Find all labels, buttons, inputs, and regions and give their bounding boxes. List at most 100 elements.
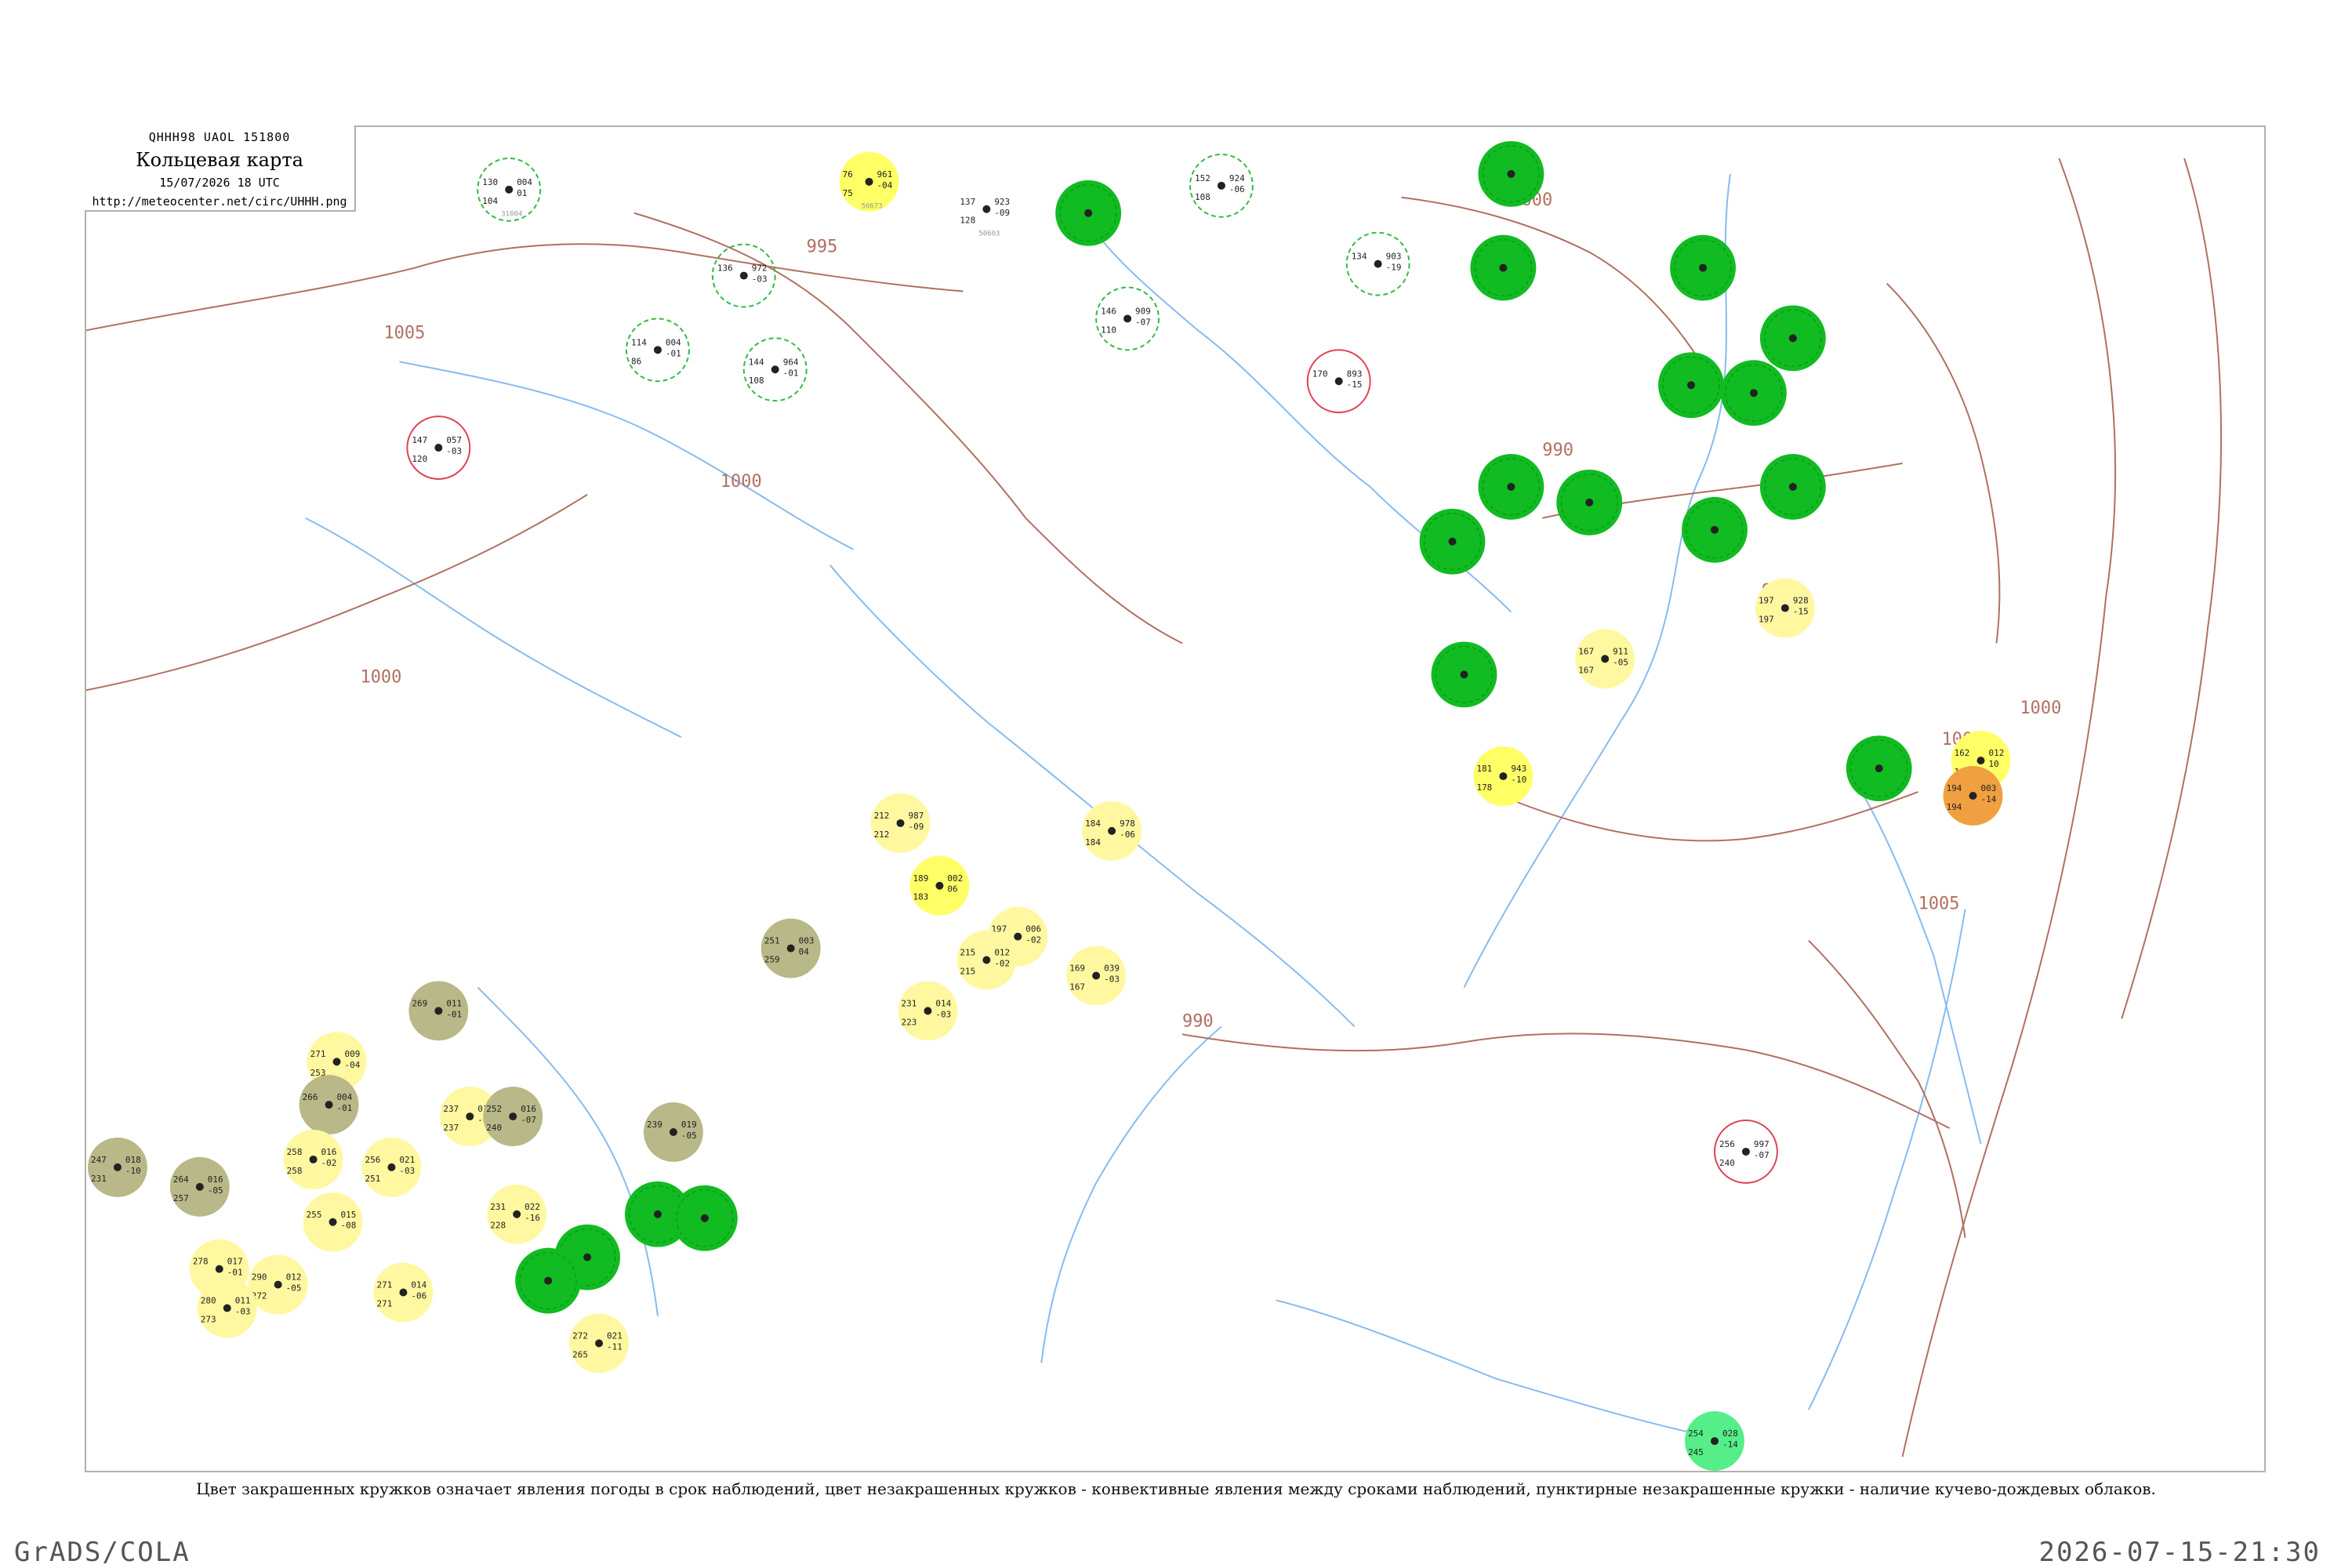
isobar-label: 990: [1542, 441, 1573, 460]
station-marker[interactable]: 269 011-01: [408, 981, 469, 1041]
station-marker[interactable]: 137 128 923-09 50603: [960, 197, 1010, 238]
station-marker[interactable]: 114 86 004-01: [626, 318, 690, 383]
station-marker[interactable]: 147 120 057-03: [406, 416, 471, 480]
station-tendency: -01: [337, 1103, 353, 1113]
station-pressure: 972: [752, 263, 768, 274]
station-dewpoint: 128: [960, 216, 975, 226]
station-marker[interactable]: 231 223 014-03: [898, 981, 958, 1041]
station-temperature: 266: [303, 1092, 318, 1102]
station-marker[interactable]: 169 167 039-03: [1066, 946, 1127, 1006]
stations-layer[interactable]: 7675961-0450673 1301040040131004 152108924…: [87, 140, 2011, 1471]
station-marker[interactable]: 264 257 016-05: [169, 1156, 230, 1217]
station-marker[interactable]: 197 197 928-15: [1755, 578, 1815, 638]
station-temperature: 137: [960, 197, 975, 207]
station-temperature: 134: [1352, 252, 1367, 262]
station-tendency: -11: [607, 1341, 622, 1352]
station-marker[interactable]: [1759, 454, 1826, 520]
station-pressure: 012: [1989, 748, 2005, 758]
station-marker[interactable]: 152 108 924-06: [1189, 153, 1254, 218]
station-marker[interactable]: 280 273 011-03: [197, 1278, 257, 1338]
isobar-label: 1000: [360, 667, 401, 687]
station-marker[interactable]: [1759, 305, 1826, 372]
coast: [1846, 768, 1982, 1145]
station-tendency: -03: [235, 1306, 251, 1316]
station-marker[interactable]: 252 240 016-07: [483, 1087, 543, 1146]
station-dot-icon: [982, 956, 991, 964]
station-tendency: 10: [1989, 759, 1999, 769]
station-marker[interactable]: [1431, 641, 1497, 708]
station-dewpoint: 240: [1719, 1158, 1735, 1168]
station-marker[interactable]: 215 215 012-02: [956, 930, 1017, 990]
station-marker[interactable]: 251 259 00304: [760, 918, 821, 978]
station-marker[interactable]: 134 903-19: [1345, 231, 1410, 296]
station-pressure: 002: [947, 873, 963, 884]
station-marker[interactable]: [1556, 469, 1623, 535]
station-temperature: 264: [173, 1174, 189, 1185]
station-marker[interactable]: 290272012-05: [248, 1254, 308, 1315]
station-marker[interactable]: 247 231 018-10: [87, 1137, 147, 1197]
station-marker[interactable]: 266 004-01: [299, 1075, 359, 1135]
station-pressure: 009: [345, 1049, 361, 1059]
station-dot-icon: [1699, 263, 1708, 272]
station-marker[interactable]: 144 108 964-01: [742, 337, 808, 402]
station-pressure: 004: [666, 337, 681, 347]
station-pressure: 019: [681, 1120, 697, 1130]
station-pressure: 987: [908, 811, 924, 821]
station-dewpoint: 257: [173, 1193, 189, 1203]
station-dewpoint: 251: [365, 1174, 380, 1184]
station-marker[interactable]: [1720, 360, 1787, 426]
station-marker[interactable]: [1478, 140, 1544, 207]
station-dot-icon: [1741, 1147, 1750, 1156]
station-marker[interactable]: [1846, 735, 1912, 801]
station-marker[interactable]: 76 75 961-04 50673: [839, 151, 899, 212]
station-marker[interactable]: 272 265 021-11: [569, 1313, 630, 1374]
station-pressure: 028: [1722, 1428, 1738, 1439]
station-temperature: 152: [1195, 173, 1210, 183]
station-marker[interactable]: 258 258 016-02: [283, 1130, 343, 1189]
station-marker[interactable]: 256 251 021-03: [361, 1137, 422, 1197]
station-temperature: 197: [1759, 596, 1774, 606]
station-dot-icon: [1875, 764, 1883, 773]
station-marker[interactable]: 256 240 997-07: [1714, 1120, 1778, 1184]
station-pressure: 016: [208, 1174, 223, 1185]
station-marker[interactable]: 146 110 909-07: [1095, 286, 1160, 351]
station-tendency: -10: [1511, 775, 1526, 785]
station-dewpoint: 86: [631, 356, 641, 366]
station-marker[interactable]: [1658, 352, 1724, 419]
station-dot-icon: [896, 818, 905, 827]
station-marker[interactable]: 271 271 014-06: [373, 1262, 434, 1323]
isobar-label: 995: [807, 238, 838, 257]
station-marker[interactable]: [1670, 234, 1736, 301]
river: [305, 517, 682, 739]
station-marker[interactable]: [1055, 180, 1122, 246]
station-marker[interactable]: 184 184 978-06: [1082, 800, 1142, 861]
station-dot-icon: [1334, 377, 1343, 386]
station-marker[interactable]: [671, 1185, 738, 1251]
station-dot-icon: [924, 1007, 932, 1015]
station-marker[interactable]: 189 183 00206: [909, 855, 970, 916]
station-marker[interactable]: 254 245 028-14: [1685, 1411, 1744, 1471]
station-marker[interactable]: 130 104 00401 31004: [477, 157, 542, 222]
station-marker[interactable]: 212 212 987-09: [870, 793, 931, 853]
station-marker[interactable]: 239 019-05: [643, 1102, 703, 1162]
station-marker[interactable]: [1478, 454, 1544, 520]
bulletin-code: QHHH98 UAOL 151800: [148, 130, 291, 144]
station-dot-icon: [509, 1112, 517, 1121]
station-marker[interactable]: [1682, 496, 1748, 563]
map-url[interactable]: http://meteocenter.net/circ/UHHH.png: [85, 194, 354, 209]
map-date: 15/07/2026 18 UTC: [159, 176, 280, 190]
station-marker[interactable]: 255 015-08: [303, 1192, 363, 1252]
station-marker[interactable]: 194 194 003-14: [1943, 766, 2003, 826]
station-marker[interactable]: 167 167 911-05: [1575, 629, 1635, 689]
station-marker[interactable]: [1419, 508, 1486, 575]
station-temperature: 247: [91, 1155, 107, 1165]
station-dot-icon: [1711, 1437, 1719, 1446]
station-marker[interactable]: [515, 1247, 582, 1314]
station-marker[interactable]: [1470, 234, 1537, 301]
station-marker[interactable]: 181 178 943-10: [1473, 746, 1534, 806]
station-dewpoint: 75: [843, 188, 853, 198]
station-dot-icon: [865, 177, 873, 186]
station-marker[interactable]: 170 893-15: [1306, 349, 1371, 414]
station-marker[interactable]: 231 228 022-16: [487, 1184, 547, 1244]
weather-map[interactable]: 1005995100010009909901000100010001005990…: [86, 127, 2264, 1471]
